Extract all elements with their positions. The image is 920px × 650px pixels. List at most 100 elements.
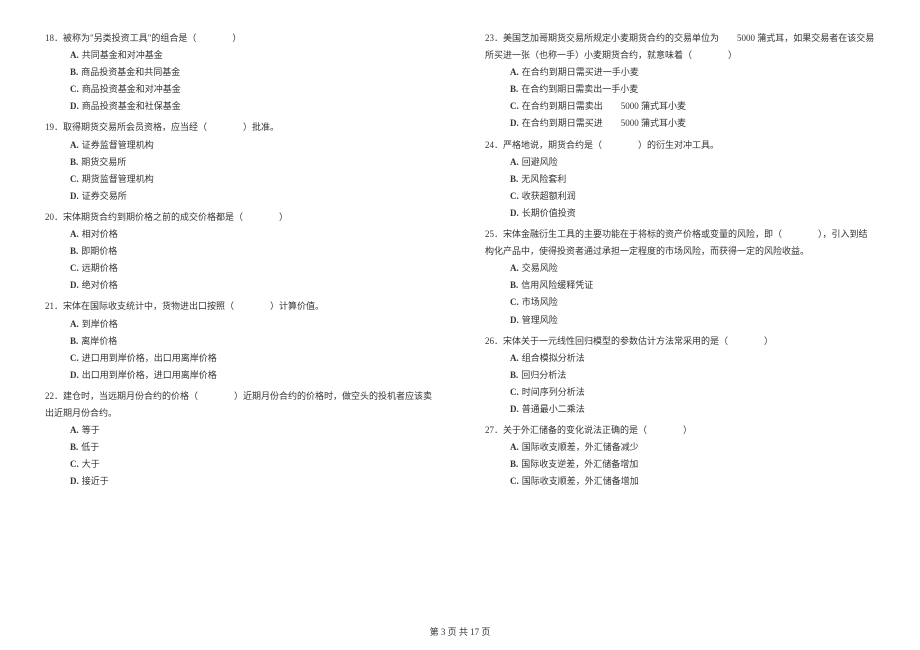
q20-option-b: B.即期价格 bbox=[45, 243, 435, 260]
q22-option-a: A.等于 bbox=[45, 422, 435, 439]
q24-option-b: B.无风险套利 bbox=[485, 171, 875, 188]
question-18: 18．被称为"另类投资工具"的组合是（ ） A.共同基金和对冲基金 B.商品投资… bbox=[45, 30, 435, 115]
q24-text: 24．严格地说，期货合约是（ ）的衍生对冲工具。 bbox=[485, 137, 875, 154]
q19-option-a: A.证券监督管理机构 bbox=[45, 137, 435, 154]
q22-cont: 出近期月份合约。 bbox=[45, 408, 117, 418]
q20-text: 20．宋体期货合约到期价格之前的成交价格都是（ ） bbox=[45, 209, 435, 226]
q18-c-text: 商品投资基金和对冲基金 bbox=[82, 84, 181, 94]
q22-b-text: 低于 bbox=[81, 442, 99, 452]
q19-d-text: 证券交易所 bbox=[82, 191, 127, 201]
q20-d-text: 绝对价格 bbox=[82, 280, 118, 290]
q24-a-text: 回避风险 bbox=[522, 157, 558, 167]
q25-b-text: 信用风险缓释凭证 bbox=[521, 280, 593, 290]
q23-option-d: D.在合约到期日需买进 5000 蒲式耳小麦 bbox=[485, 115, 875, 132]
right-column: 23．美国芝加哥期货交易所规定小麦期货合约的交易单位为 5000 蒲式耳，如果交… bbox=[485, 30, 875, 494]
question-19: 19．取得期货交易所会员资格，应当经（ ）批准。 A.证券监督管理机构 B.期货… bbox=[45, 119, 435, 204]
page-footer: 第 3 页 共 17 页 bbox=[0, 625, 920, 638]
q18-b-text: 商品投资基金和共同基金 bbox=[81, 67, 180, 77]
q18-a-text: 共同基金和对冲基金 bbox=[82, 50, 163, 60]
q23-b-text: 在合约到期日需卖出一手小麦 bbox=[521, 84, 638, 94]
q25-c-text: 市场风险 bbox=[522, 297, 558, 307]
q19-a-text: 证券监督管理机构 bbox=[82, 140, 154, 150]
q21-option-a: A.到岸价格 bbox=[45, 316, 435, 333]
q24-d-text: 长期价值投资 bbox=[522, 208, 576, 218]
content-columns: 18．被称为"另类投资工具"的组合是（ ） A.共同基金和对冲基金 B.商品投资… bbox=[45, 30, 875, 494]
q21-b-text: 离岸价格 bbox=[81, 336, 117, 346]
q27-b-text: 国际收支逆差，外汇储备增加 bbox=[521, 459, 638, 469]
q23-option-c: C.在合约到期日需卖出 5000 蒲式耳小麦 bbox=[485, 98, 875, 115]
q24-option-d: D.长期价值投资 bbox=[485, 205, 875, 222]
q26-a-text: 组合模拟分析法 bbox=[522, 353, 585, 363]
q19-option-c: C.期货监督管理机构 bbox=[45, 171, 435, 188]
q21-option-c: C.进口用到岸价格，出口用离岸价格 bbox=[45, 350, 435, 367]
q27-option-b: B.国际收支逆差，外汇储备增加 bbox=[485, 456, 875, 473]
q26-b-text: 回归分析法 bbox=[521, 370, 566, 380]
q27-text: 27．关于外汇储备的变化说法正确的是（ ） bbox=[485, 422, 875, 439]
q24-b-text: 无风险套利 bbox=[521, 174, 566, 184]
q21-option-b: B.离岸价格 bbox=[45, 333, 435, 350]
q20-option-d: D.绝对价格 bbox=[45, 277, 435, 294]
q21-text: 21．宋体在国际收支统计中，货物进出口按照（ ）计算价值。 bbox=[45, 298, 435, 315]
question-22: 22．建仓时，当远期月份合约的价格（ ）近期月份合约的价格时，做空头的投机者应该… bbox=[45, 388, 435, 491]
question-27: 27．关于外汇储备的变化说法正确的是（ ） A.国际收支顺差，外汇储备减少 B.… bbox=[485, 422, 875, 490]
q19-b-text: 期货交易所 bbox=[81, 157, 126, 167]
q20-option-a: A.相对价格 bbox=[45, 226, 435, 243]
q22-option-c: C.大于 bbox=[45, 456, 435, 473]
q18-option-a: A.共同基金和对冲基金 bbox=[45, 47, 435, 64]
q23-option-b: B.在合约到期日需卖出一手小麦 bbox=[485, 81, 875, 98]
q24-option-c: C.收获超额利润 bbox=[485, 188, 875, 205]
left-column: 18．被称为"另类投资工具"的组合是（ ） A.共同基金和对冲基金 B.商品投资… bbox=[45, 30, 435, 494]
q25-option-d: D.管理风险 bbox=[485, 312, 875, 329]
question-21: 21．宋体在国际收支统计中，货物进出口按照（ ）计算价值。 A.到岸价格 B.离… bbox=[45, 298, 435, 383]
q25-cont: 构化产品中，使得投资者通过承担一定程度的市场风险，而获得一定的风险收益。 bbox=[485, 246, 809, 256]
q27-a-text: 国际收支顺差，外汇储备减少 bbox=[522, 442, 639, 452]
q22-a-text: 等于 bbox=[82, 425, 100, 435]
question-26: 26．宋体关于一元线性回归模型的参数估计方法常采用的是（ ） A.组合模拟分析法… bbox=[485, 333, 875, 418]
q18-option-b: B.商品投资基金和共同基金 bbox=[45, 64, 435, 81]
q22-d-text: 接近于 bbox=[82, 476, 109, 486]
q23-d-text: 在合约到期日需买进 5000 蒲式耳小麦 bbox=[522, 118, 686, 128]
q22-text: 22．建仓时，当远期月份合约的价格（ ）近期月份合约的价格时，做空头的投机者应该… bbox=[45, 388, 435, 405]
q18-option-c: C.商品投资基金和对冲基金 bbox=[45, 81, 435, 98]
q19-option-b: B.期货交易所 bbox=[45, 154, 435, 171]
q25-d-text: 管理风险 bbox=[522, 315, 558, 325]
q25-option-c: C.市场风险 bbox=[485, 294, 875, 311]
q19-c-text: 期货监督管理机构 bbox=[82, 174, 154, 184]
q21-d-text: 出口用到岸价格，进口用离岸价格 bbox=[82, 370, 217, 380]
q26-d-text: 普通最小二乘法 bbox=[522, 404, 585, 414]
q20-option-c: C.远期价格 bbox=[45, 260, 435, 277]
q25-text: 25．宋体金融衍生工具的主要功能在于将标的资产价格或变量的风险，即（ ），引入到… bbox=[485, 226, 875, 243]
q21-option-d: D.出口用到岸价格，进口用离岸价格 bbox=[45, 367, 435, 384]
q20-a-text: 相对价格 bbox=[82, 229, 118, 239]
q23-option-a: A.在合约到期日需买进一手小麦 bbox=[485, 64, 875, 81]
q18-text: 18．被称为"另类投资工具"的组合是（ ） bbox=[45, 30, 435, 47]
q20-c-text: 远期价格 bbox=[82, 263, 118, 273]
q26-option-b: B.回归分析法 bbox=[485, 367, 875, 384]
q23-text: 23．美国芝加哥期货交易所规定小麦期货合约的交易单位为 5000 蒲式耳，如果交… bbox=[485, 30, 875, 47]
question-25: 25．宋体金融衍生工具的主要功能在于将标的资产价格或变量的风险，即（ ），引入到… bbox=[485, 226, 875, 329]
q22-option-b: B.低于 bbox=[45, 439, 435, 456]
q26-option-a: A.组合模拟分析法 bbox=[485, 350, 875, 367]
q21-a-text: 到岸价格 bbox=[82, 319, 118, 329]
q23-a-text: 在合约到期日需买进一手小麦 bbox=[522, 67, 639, 77]
q27-c-text: 国际收支顺差，外汇储备增加 bbox=[522, 476, 639, 486]
q21-c-text: 进口用到岸价格，出口用离岸价格 bbox=[82, 353, 217, 363]
question-24: 24．严格地说，期货合约是（ ）的衍生对冲工具。 A.回避风险 B.无风险套利 … bbox=[485, 137, 875, 222]
q22-c-text: 大于 bbox=[82, 459, 100, 469]
q23-c-text: 在合约到期日需卖出 5000 蒲式耳小麦 bbox=[522, 101, 686, 111]
q18-option-d: D.商品投资基金和社保基金 bbox=[45, 98, 435, 115]
q23-cont: 所买进一张（也称一手）小麦期货合约，就意味着（ ） bbox=[485, 50, 737, 60]
q25-option-b: B.信用风险缓释凭证 bbox=[485, 277, 875, 294]
q25-option-a: A.交易风险 bbox=[485, 260, 875, 277]
q27-option-a: A.国际收支顺差，外汇储备减少 bbox=[485, 439, 875, 456]
q26-c-text: 时间序列分析法 bbox=[522, 387, 585, 397]
q26-text: 26．宋体关于一元线性回归模型的参数估计方法常采用的是（ ） bbox=[485, 333, 875, 350]
q24-c-text: 收获超额利润 bbox=[522, 191, 576, 201]
q24-option-a: A.回避风险 bbox=[485, 154, 875, 171]
q26-option-d: D.普通最小二乘法 bbox=[485, 401, 875, 418]
q20-b-text: 即期价格 bbox=[81, 246, 117, 256]
q22-option-d: D.接近于 bbox=[45, 473, 435, 490]
q26-option-c: C.时间序列分析法 bbox=[485, 384, 875, 401]
question-20: 20．宋体期货合约到期价格之前的成交价格都是（ ） A.相对价格 B.即期价格 … bbox=[45, 209, 435, 294]
q19-text: 19．取得期货交易所会员资格，应当经（ ）批准。 bbox=[45, 119, 435, 136]
